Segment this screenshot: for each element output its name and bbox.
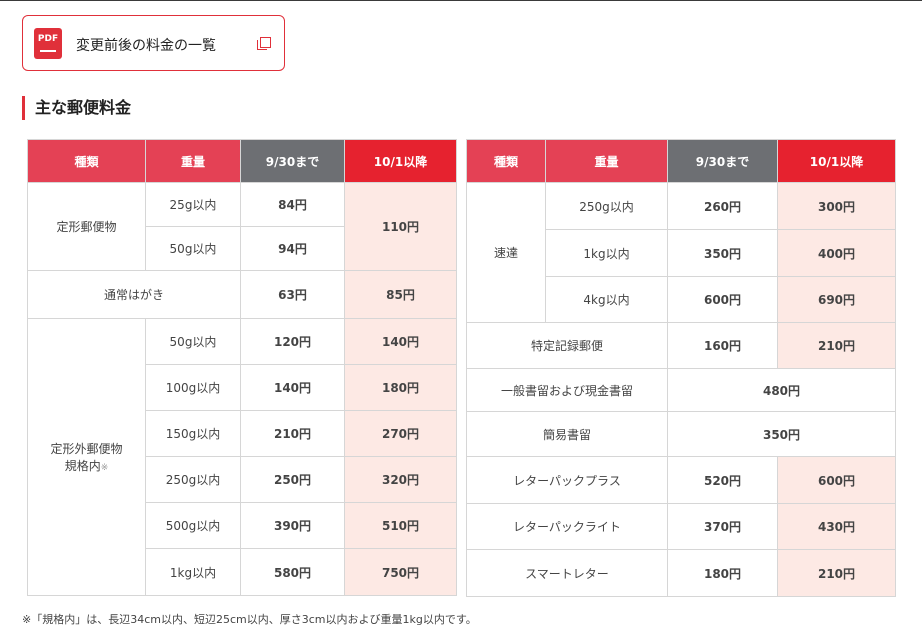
new-price-cell: 270円 <box>344 410 457 457</box>
old-price-cell: 84円 <box>240 182 345 227</box>
type-cell: 定形外郵便物 規格内※ <box>27 318 146 596</box>
type-cell: 一般書留および現金書留 <box>466 368 668 412</box>
col-header-new: 10/1以降 <box>344 139 457 183</box>
table-row: 定形郵便物 25g以内 84円 110円 <box>27 182 457 271</box>
new-price-cell: 85円 <box>344 270 457 319</box>
type-cell: 速達 <box>466 182 546 323</box>
old-price-cell: 600円 <box>667 276 778 323</box>
col-header-type: 種類 <box>466 139 546 183</box>
weight-cell: 25g以内 <box>145 182 241 227</box>
new-price-cell: 750円 <box>344 548 457 596</box>
weight-cell: 100g以内 <box>145 364 241 411</box>
table-row: スマートレター 180円 210円 <box>466 549 896 597</box>
table-row: 速達 250g以内 260円 300円 <box>466 182 896 323</box>
type-cell: 定形郵便物 <box>27 182 146 271</box>
new-price-cell: 430円 <box>777 503 896 550</box>
type-cell: 簡易書留 <box>466 411 668 457</box>
weight-cell: 50g以内 <box>145 318 241 365</box>
type-cell: スマートレター <box>466 549 668 597</box>
new-price-cell: 180円 <box>344 364 457 411</box>
table-header-row: 種類 重量 9/30まで 10/1以降 <box>27 139 457 183</box>
table-row: 通常はがき 63円 85円 <box>27 270 457 319</box>
external-window-icon <box>257 37 271 50</box>
old-price-cell: 210円 <box>240 410 345 457</box>
old-price-cell: 370円 <box>667 503 778 550</box>
new-price-cell: 320円 <box>344 456 457 503</box>
col-header-old: 9/30まで <box>667 139 778 183</box>
table-row: レターパックライト 370円 430円 <box>466 503 896 550</box>
type-cell: レターパックプラス <box>466 456 668 504</box>
table-row: 特定記録郵便 160円 210円 <box>466 322 896 369</box>
footnote: ※「規格内」は、長辺34cm以内、短辺25cm以内、厚さ3cm以内および重量1k… <box>22 613 477 626</box>
old-price-cell: 120円 <box>240 318 345 365</box>
old-price-cell: 94円 <box>240 226 345 271</box>
pdf-link-label: 変更前後の料金の一覧 <box>76 38 216 54</box>
weight-cell: 150g以内 <box>145 410 241 457</box>
old-price-cell: 260円 <box>667 182 778 230</box>
price-cell: 480円 <box>667 368 896 412</box>
new-price-cell: 210円 <box>777 549 896 597</box>
weight-cell: 250g以内 <box>545 182 668 230</box>
type-name-line1: 定形外郵便物 <box>50 442 123 456</box>
type-cell: レターパックライト <box>466 503 668 550</box>
old-price-cell: 160円 <box>667 322 778 369</box>
note-mark: ※ <box>100 463 109 473</box>
old-price-cell: 180円 <box>667 549 778 597</box>
old-price-cell: 350円 <box>667 229 778 277</box>
table-row: 一般書留および現金書留 480円 <box>466 368 896 412</box>
weight-cell: 50g以内 <box>145 226 241 271</box>
new-price-cell: 510円 <box>344 502 457 549</box>
type-cell: 通常はがき <box>27 270 241 319</box>
right-rates-table: 種類 重量 9/30まで 10/1以降 速達 250g以内 260円 300円 … <box>466 139 896 597</box>
table-row: 定形外郵便物 規格内※ 50g以内 120円 140円 <box>27 318 457 596</box>
old-price-cell: 250円 <box>240 456 345 503</box>
top-divider <box>0 0 922 1</box>
price-cell: 350円 <box>667 411 896 457</box>
pdf-icon: PDF <box>34 28 62 59</box>
weight-cell: 250g以内 <box>145 456 241 503</box>
type-name-line2: 規格内 <box>64 459 101 473</box>
col-header-new: 10/1以降 <box>777 139 896 183</box>
new-price-cell: 110円 <box>344 182 457 271</box>
weight-cell: 1kg以内 <box>545 229 668 277</box>
new-price-cell: 140円 <box>344 318 457 365</box>
weight-cell: 500g以内 <box>145 502 241 549</box>
new-price-cell: 600円 <box>777 456 896 504</box>
col-header-weight: 重量 <box>545 139 668 183</box>
weight-cell: 4kg以内 <box>545 276 668 323</box>
new-price-cell: 400円 <box>777 229 896 277</box>
table-row: 簡易書留 350円 <box>466 411 896 457</box>
old-price-cell: 580円 <box>240 548 345 596</box>
left-rates-table: 種類 重量 9/30まで 10/1以降 定形郵便物 25g以内 84円 110円… <box>27 139 457 596</box>
col-header-type: 種類 <box>27 139 146 183</box>
type-cell: 特定記録郵便 <box>466 322 668 369</box>
weight-cell: 1kg以内 <box>145 548 241 596</box>
section-title: 主な郵便料金 <box>22 96 131 120</box>
table-header-row: 種類 重量 9/30まで 10/1以降 <box>466 139 896 183</box>
old-price-cell: 390円 <box>240 502 345 549</box>
old-price-cell: 140円 <box>240 364 345 411</box>
col-header-weight: 重量 <box>145 139 241 183</box>
new-price-cell: 690円 <box>777 276 896 323</box>
new-price-cell: 300円 <box>777 182 896 230</box>
new-price-cell: 210円 <box>777 322 896 369</box>
col-header-old: 9/30まで <box>240 139 345 183</box>
old-price-cell: 63円 <box>240 270 345 319</box>
old-price-cell: 520円 <box>667 456 778 504</box>
price-list-pdf-link[interactable]: PDF 変更前後の料金の一覧 <box>22 15 285 71</box>
table-row: レターパックプラス 520円 600円 <box>466 456 896 504</box>
